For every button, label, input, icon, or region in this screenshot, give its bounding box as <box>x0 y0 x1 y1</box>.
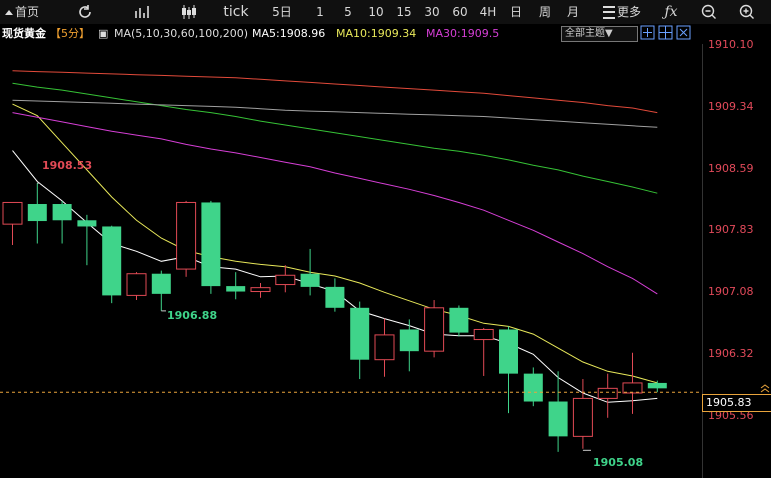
candle-body <box>250 287 271 293</box>
indicator-button[interactable]: ƒx <box>660 0 682 24</box>
candle-body <box>572 397 593 437</box>
candle-body <box>548 401 568 437</box>
ma-line-ma100 <box>12 99 658 128</box>
tab-30min[interactable]: 30 <box>420 0 444 24</box>
layout-icon[interactable] <box>658 25 673 40</box>
tab-5day[interactable]: 5日 <box>268 0 296 24</box>
candle-type-button[interactable] <box>176 0 202 24</box>
price-tick: 1909.34 <box>708 100 754 113</box>
home-button[interactable]: 首页 <box>0 0 44 24</box>
instrument-name: 现货黄金 <box>2 27 46 40</box>
more-label: 更多 <box>616 5 641 19</box>
bar-chart-icon <box>135 6 149 18</box>
ma-line-ma60 <box>12 82 658 194</box>
zoom-in-button[interactable] <box>736 0 758 24</box>
tab-month[interactable]: 月 <box>562 0 584 24</box>
current-price-label: 1905.83 <box>702 394 771 412</box>
price-arrow-icon <box>760 384 770 393</box>
more-button[interactable]: 更多 <box>598 0 646 24</box>
candle-body <box>176 201 197 270</box>
price-tick: 1907.83 <box>708 223 754 236</box>
tab-15min[interactable]: 15 <box>392 0 416 24</box>
candlestick-chart[interactable] <box>0 0 771 478</box>
expand-icon[interactable] <box>676 25 691 40</box>
ma5-value: MA5:1908.96 <box>252 27 326 40</box>
candle-body <box>325 286 345 308</box>
tab-1min[interactable]: 1 <box>310 0 330 24</box>
period-label: 【5分】 <box>50 27 90 40</box>
candle-body <box>201 202 221 287</box>
zoom-out-button[interactable] <box>698 0 720 24</box>
candle-body <box>523 373 543 402</box>
ma-info-bar: 现货黄金 【5分】 ▣ MA(5,10,30,60,100,200) MA5:1… <box>0 24 771 44</box>
price-tick: 1906.32 <box>708 347 754 360</box>
chart-type-button[interactable] <box>130 0 156 24</box>
candle-body <box>275 274 296 286</box>
candle-body <box>597 387 618 399</box>
home-icon <box>4 10 13 15</box>
tab-tick[interactable]: tick <box>218 0 254 24</box>
tab-60min[interactable]: 60 <box>448 0 472 24</box>
low-marker-label: 1906.88 <box>167 309 218 322</box>
ma10-value: MA10:1909.34 <box>336 27 417 40</box>
refresh-button[interactable] <box>72 0 98 24</box>
theme-select[interactable]: 全部主题▼ <box>561 26 638 42</box>
crosshair-icon[interactable] <box>640 25 655 40</box>
tab-10min[interactable]: 10 <box>364 0 388 24</box>
candle-body <box>2 201 23 225</box>
candlestick-icon <box>182 5 196 19</box>
tab-day[interactable]: 日 <box>506 0 526 24</box>
ma-settings-icon[interactable]: ▣ <box>98 24 108 44</box>
candle-body <box>77 220 97 227</box>
candle-body <box>102 226 122 296</box>
ma-params: MA(5,10,30,60,100,200) <box>114 27 249 40</box>
candle-body <box>473 328 494 341</box>
ma30-value: MA30:1909.5 <box>426 27 500 40</box>
zoom-in-icon <box>739 4 754 19</box>
high-marker-label: 1908.53 <box>42 159 93 172</box>
candle-body <box>126 273 147 296</box>
candle-body <box>350 307 370 360</box>
candle-body <box>52 204 72 221</box>
ma-line-ma200 <box>12 70 658 114</box>
function-icon: ƒx <box>664 4 678 20</box>
candle-body <box>27 204 47 222</box>
low-marker-label: 1905.08 <box>593 456 644 469</box>
zoom-out-icon <box>701 4 716 19</box>
candle-body <box>647 382 667 389</box>
candle-body <box>499 329 518 374</box>
price-tick: 1907.08 <box>708 285 754 298</box>
refresh-icon <box>79 5 91 18</box>
candle-body <box>226 286 246 292</box>
candle-body <box>300 273 320 287</box>
candle-body <box>399 329 419 352</box>
price-tick: 1908.59 <box>708 162 754 175</box>
candle-body <box>622 382 643 394</box>
home-label: 首页 <box>14 5 39 19</box>
candle-body <box>151 273 171 294</box>
menu-icon <box>602 6 615 19</box>
toolbar: 首页 tick 5日 1 5 10 15 30 60 4H 日 周 月 更多 ƒ… <box>0 0 771 25</box>
tab-week[interactable]: 周 <box>534 0 556 24</box>
tab-4h[interactable]: 4H <box>476 0 500 24</box>
candle-body <box>424 307 445 352</box>
tab-5min[interactable]: 5 <box>338 0 358 24</box>
candle-body <box>449 307 469 333</box>
candle-body <box>374 334 395 361</box>
price-tick: 1910.10 <box>708 38 754 51</box>
